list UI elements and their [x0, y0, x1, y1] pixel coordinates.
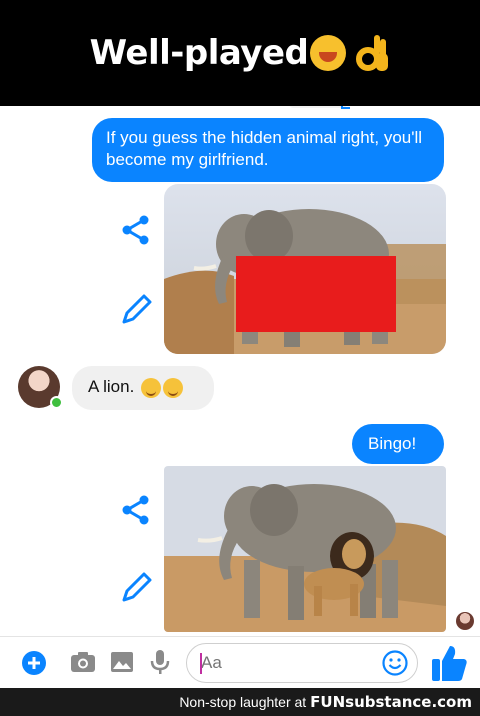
plus-icon[interactable]: [22, 651, 46, 675]
photo-censored-elephant[interactable]: [164, 184, 446, 354]
seen-avatar: [456, 612, 474, 630]
camera-icon[interactable]: [70, 651, 96, 673]
message-text-reply: A lion.: [88, 377, 135, 396]
share-icon[interactable]: [120, 494, 152, 526]
text-caret: [200, 653, 202, 674]
share-icon[interactable]: [120, 214, 152, 246]
elephant-photo-image: [164, 184, 446, 354]
lion-elephant-photo-image: [164, 466, 446, 632]
message-bubble-guess[interactable]: If you guess the hidden animal right, yo…: [92, 118, 444, 182]
photo-revealed-lion[interactable]: [164, 466, 446, 632]
message-text-guess: If you guess the hidden animal right, yo…: [106, 128, 423, 169]
online-status-dot: [50, 396, 63, 409]
chat-thread[interactable]: If you guess the hidden animal right, yo…: [0, 106, 480, 636]
read-receipt-icon: [341, 106, 350, 109]
message-bubble-bingo[interactable]: Bingo!: [352, 424, 444, 464]
footer-text: Non-stop laughter at: [179, 694, 307, 710]
edit-pencil-icon[interactable]: [118, 292, 154, 328]
banner-title: Well-played: [89, 33, 309, 73]
microphone-icon[interactable]: [150, 649, 170, 675]
message-bubble-reply[interactable]: A lion.: [72, 366, 214, 410]
censor-block: [236, 256, 396, 332]
image-icon[interactable]: [110, 651, 134, 673]
thumbs-up-icon[interactable]: [430, 643, 468, 683]
edit-pencil-icon[interactable]: [118, 570, 154, 606]
footer-brand[interactable]: FUNsubstance.com: [310, 693, 472, 711]
laughing-face-icon: [310, 35, 347, 71]
message-composer: [0, 636, 480, 688]
emoji-icon[interactable]: [382, 650, 408, 676]
message-text-bingo: Bingo!: [368, 434, 417, 453]
meme-banner: Well-played: [0, 0, 480, 106]
watermark-footer: Non-stop laughter at FUNsubstance.com: [0, 688, 480, 716]
smirk-face-icon: [163, 377, 184, 398]
previous-message-edge: [288, 106, 348, 108]
ok-hand-icon: [356, 35, 389, 71]
unamused-face-icon: [141, 377, 162, 398]
